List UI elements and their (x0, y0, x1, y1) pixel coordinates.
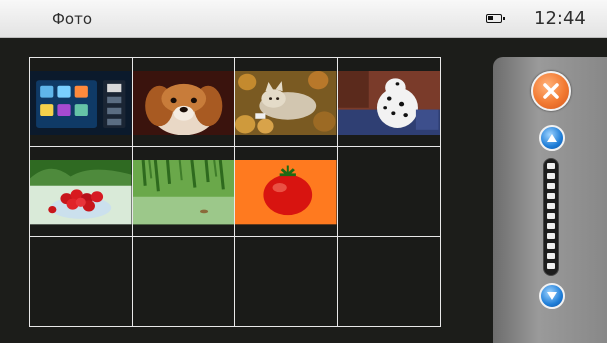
clock: 12:44 (534, 8, 586, 29)
scroll-up-button[interactable] (539, 125, 565, 151)
dalmatian-image (337, 71, 440, 136)
scroll-down-button[interactable] (539, 283, 565, 309)
photo-thumbnail-cherries[interactable] (30, 147, 133, 237)
cat-image (235, 71, 337, 136)
dog-image (132, 71, 234, 136)
photo-slot-empty (133, 236, 235, 326)
close-button[interactable] (531, 71, 571, 111)
photo-thumbnail-willow-pond[interactable] (132, 147, 235, 237)
scrollbar-tick (547, 213, 555, 219)
scrollbar-tick (547, 163, 555, 169)
scrollbar-tick (547, 183, 555, 189)
photo-slot-empty (338, 237, 441, 326)
status-bar: Фото 12:44 (0, 0, 607, 38)
battery-icon (486, 14, 505, 23)
scrollbar-tick (547, 173, 555, 179)
arrow-up-icon (547, 134, 557, 142)
scrollbar-tick (547, 243, 555, 249)
scrollbar-tick (547, 263, 555, 269)
scrollbar-tick (547, 223, 555, 229)
tomato-image (235, 160, 337, 225)
scrollbar[interactable] (543, 158, 559, 276)
scrollbar-tick (547, 253, 555, 259)
scrollbar-tick (547, 203, 555, 209)
side-panel (493, 57, 607, 343)
photo-slot-empty (337, 147, 440, 237)
photo-thumbnail-app-menu[interactable] (30, 58, 133, 148)
arrow-down-icon (547, 292, 557, 300)
photo-grid (29, 57, 441, 327)
willow-pond-image (132, 160, 234, 225)
photo-thumbnail-dalmatian[interactable] (337, 58, 440, 148)
app-menu-image (30, 71, 132, 136)
scrollbar-tick (547, 233, 555, 239)
scrollbar-tick (547, 193, 555, 199)
photo-slot-empty (30, 236, 133, 326)
photo-thumbnail-cat[interactable] (235, 58, 338, 148)
close-icon (543, 83, 559, 99)
cherries-image (30, 160, 132, 225)
photo-slot-empty (235, 236, 338, 326)
photo-thumbnail-dog[interactable] (132, 58, 235, 148)
app-title: Фото (52, 10, 93, 28)
photo-thumbnail-tomato[interactable] (235, 147, 338, 237)
